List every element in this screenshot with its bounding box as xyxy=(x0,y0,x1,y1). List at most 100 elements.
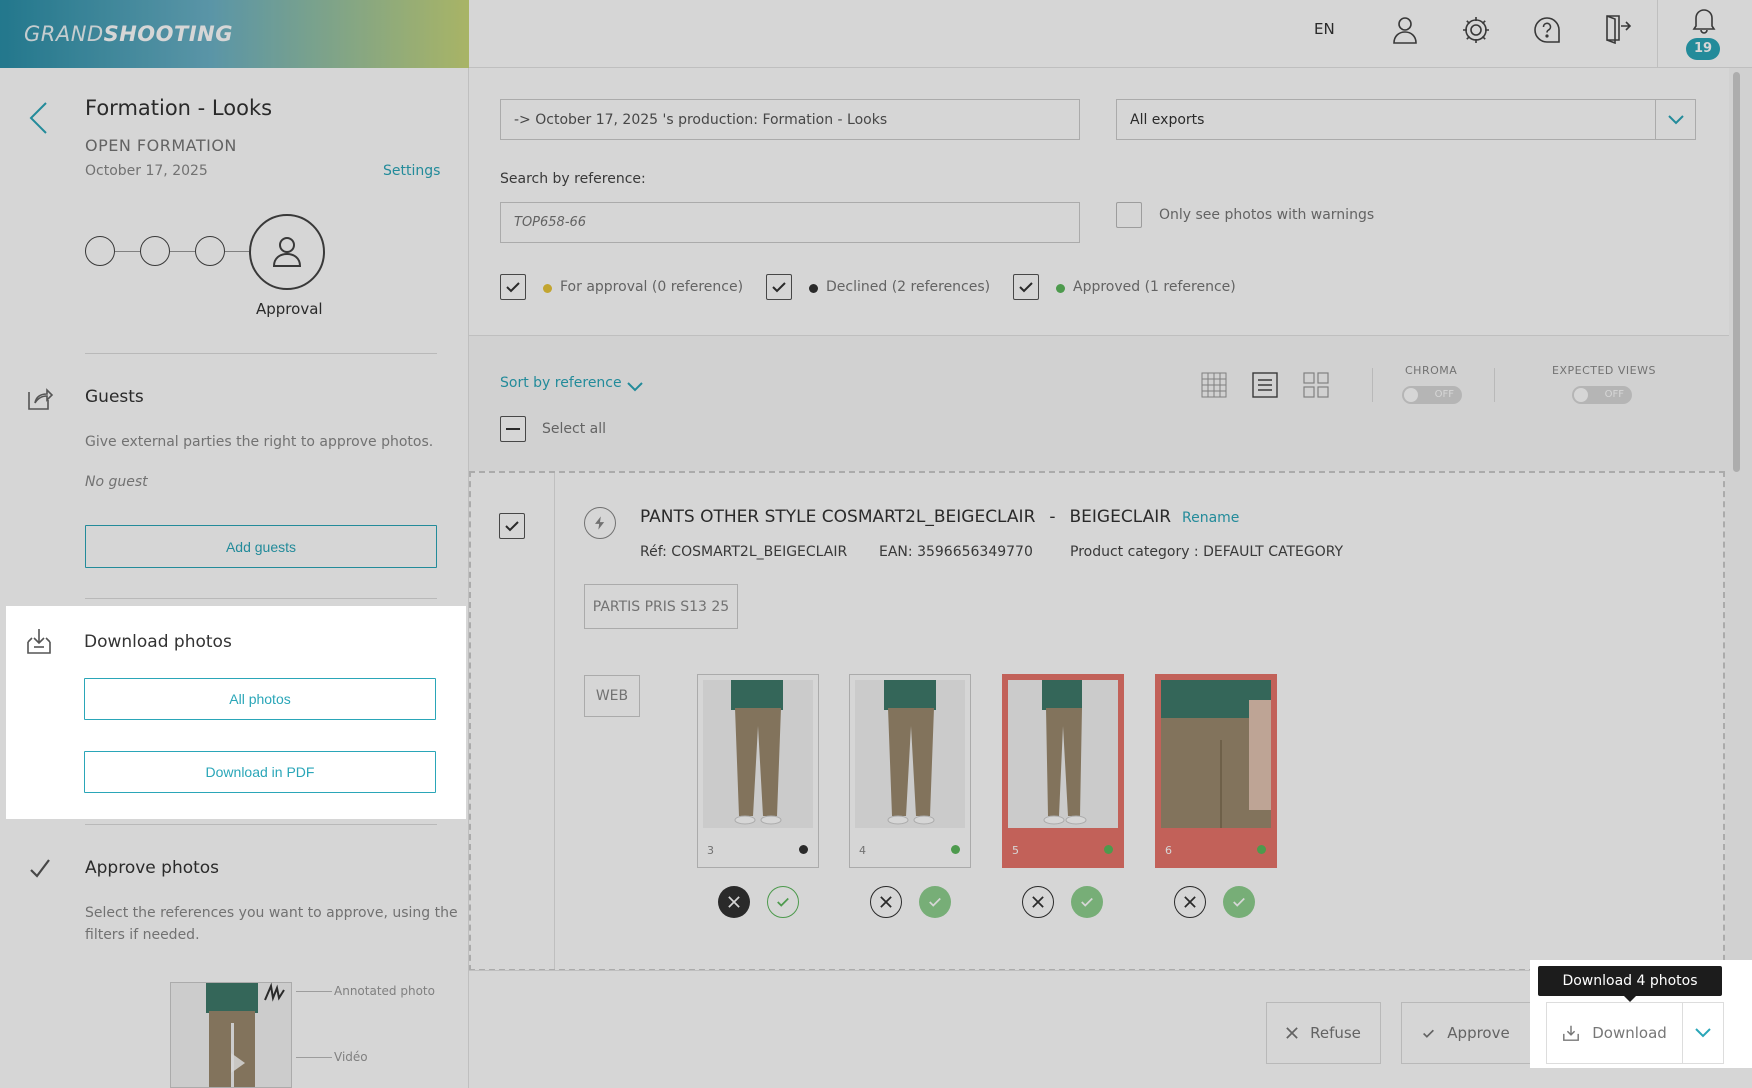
download-all-photos-button[interactable]: All photos xyxy=(84,678,436,720)
select-all-checkbox[interactable] xyxy=(500,416,526,442)
close-icon xyxy=(1032,896,1044,908)
chevron-down-icon[interactable] xyxy=(1655,100,1695,139)
warnings-checkbox[interactable] xyxy=(1116,202,1142,228)
photo-thumbnail-5[interactable]: 5 xyxy=(1002,674,1124,868)
download-pdf-button[interactable]: Download in PDF xyxy=(84,751,436,793)
refuse-photo-4-button[interactable] xyxy=(870,886,902,918)
product-card-separator xyxy=(554,473,555,969)
status-checkbox-approved[interactable] xyxy=(1013,274,1039,300)
check-icon xyxy=(1233,897,1245,907)
search-label: Search by reference: xyxy=(500,171,646,187)
refuse-photo-3-button[interactable] xyxy=(718,886,750,918)
check-icon xyxy=(929,897,941,907)
back-arrow-icon[interactable] xyxy=(26,100,52,136)
warnings-label: Only see photos with warnings xyxy=(1159,207,1375,223)
workflow-step-approval xyxy=(249,214,325,290)
workflow-step-1 xyxy=(85,236,115,266)
scrollbar[interactable] xyxy=(1733,72,1740,472)
status-label-declined: Declined (2 references) xyxy=(826,279,991,295)
download-tooltip: Download 4 photos xyxy=(1538,966,1722,1002)
product-reference: Réf: COSMART2L_BEIGECLAIR xyxy=(640,544,848,560)
download-photos-title: Download photos xyxy=(84,632,232,652)
list-view-icon[interactable] xyxy=(1252,372,1278,402)
product-name: PANTS OTHER STYLE COSMART2L_BEIGECLAIR xyxy=(640,507,1036,527)
guests-share-icon xyxy=(26,384,54,412)
photo-image xyxy=(855,680,965,828)
grid-dense-view-icon[interactable] xyxy=(1201,372,1227,402)
status-dot-declined xyxy=(809,284,818,293)
refuse-button-label: Refuse xyxy=(1310,1024,1361,1042)
download-icon xyxy=(1563,1025,1580,1041)
approve-photo-6-button[interactable] xyxy=(1223,886,1255,918)
photo-status-dot xyxy=(1104,845,1113,854)
expected-views-toggle[interactable]: OFF xyxy=(1572,386,1632,404)
photo-status-dot xyxy=(951,845,960,854)
sort-chevron-down-icon[interactable] xyxy=(627,377,643,396)
refuse-photo-5-button[interactable] xyxy=(1022,886,1054,918)
photo-thumbnail-3[interactable]: 3 xyxy=(697,674,819,868)
production-selector[interactable]: -> October 17, 2025 's production: Forma… xyxy=(500,99,1080,140)
help-icon[interactable] xyxy=(1531,14,1563,46)
logout-icon[interactable] xyxy=(1601,12,1633,45)
download-options-chevron-down-icon[interactable] xyxy=(1682,1002,1724,1064)
notification-count-badge[interactable]: 19 xyxy=(1686,38,1720,60)
exports-dropdown[interactable]: All exports xyxy=(1116,99,1696,140)
exports-dropdown-value: All exports xyxy=(1130,111,1205,128)
approve-button[interactable]: Approve xyxy=(1401,1002,1531,1064)
chroma-label: CHROMA xyxy=(1405,364,1458,377)
download-button[interactable]: Download xyxy=(1546,1002,1682,1064)
check-icon xyxy=(1019,282,1033,293)
collection-tag: PARTIS PRIS S13 25 xyxy=(584,584,738,629)
product-select-checkbox[interactable] xyxy=(499,513,525,539)
user-icon[interactable] xyxy=(1389,14,1421,46)
minus-icon xyxy=(506,428,520,430)
status-label-approved: Approved (1 reference) xyxy=(1073,279,1236,295)
app-logo[interactable]: GRAND SHOOTING xyxy=(0,0,469,68)
close-icon xyxy=(1286,1027,1298,1039)
sort-dropdown[interactable]: Sort by reference xyxy=(500,375,622,391)
photo-thumbnail-6[interactable]: 6 xyxy=(1155,674,1277,868)
channel-tag: WEB xyxy=(584,675,640,717)
product-title: PANTS OTHER STYLE COSMART2L_BEIGECLAIR - B… xyxy=(640,507,1171,527)
bell-icon[interactable] xyxy=(1688,4,1720,36)
settings-gear-icon[interactable] xyxy=(1460,14,1492,46)
approve-photo-5-button[interactable] xyxy=(1071,886,1103,918)
select-all-label: Select all xyxy=(542,421,606,437)
refuse-photo-6-button[interactable] xyxy=(1174,886,1206,918)
language-selector[interactable]: EN xyxy=(1314,20,1335,38)
close-icon xyxy=(728,896,740,908)
legend-video-label: Vidéo xyxy=(334,1050,368,1064)
guests-empty-text: No guest xyxy=(85,474,148,490)
download-tray-icon xyxy=(25,627,53,655)
workflow-connector xyxy=(225,251,249,252)
approve-photo-3-button[interactable] xyxy=(767,886,799,918)
status-checkbox-declined[interactable] xyxy=(766,274,792,300)
approve-photo-4-button[interactable] xyxy=(919,886,951,918)
settings-link[interactable]: Settings xyxy=(383,163,440,179)
guests-description: Give external parties the right to appro… xyxy=(85,434,434,450)
add-guests-button[interactable]: Add guests xyxy=(85,525,437,568)
annotation-scribble-icon xyxy=(262,980,288,1006)
status-checkbox-for-approval[interactable] xyxy=(500,274,526,300)
product-ean: EAN: 3596656349770 xyxy=(879,544,1033,560)
workflow-step-3 xyxy=(195,236,225,266)
chroma-toggle[interactable]: OFF xyxy=(1402,386,1462,404)
legend-line xyxy=(296,991,332,992)
grid-large-view-icon[interactable] xyxy=(1303,372,1329,402)
production-date: October 17, 2025 xyxy=(85,163,208,179)
photo-number: 5 xyxy=(1012,844,1019,857)
rename-link[interactable]: Rename xyxy=(1182,510,1239,526)
approve-description-line2: filters if needed. xyxy=(85,927,200,943)
photo-image xyxy=(1161,680,1271,828)
sidebar xyxy=(0,68,469,1088)
refuse-button[interactable]: Refuse xyxy=(1266,1002,1381,1064)
product-category: Product category : DEFAULT CATEGORY xyxy=(1070,544,1344,560)
workflow-step-2 xyxy=(140,236,170,266)
photo-status-dot xyxy=(799,845,808,854)
divider xyxy=(85,353,437,354)
photo-thumbnail-4[interactable]: 4 xyxy=(849,674,971,868)
legend-line xyxy=(296,1057,332,1058)
photo-number: 3 xyxy=(707,844,714,857)
search-reference-input[interactable] xyxy=(500,202,1080,243)
approve-check-icon xyxy=(26,855,54,883)
